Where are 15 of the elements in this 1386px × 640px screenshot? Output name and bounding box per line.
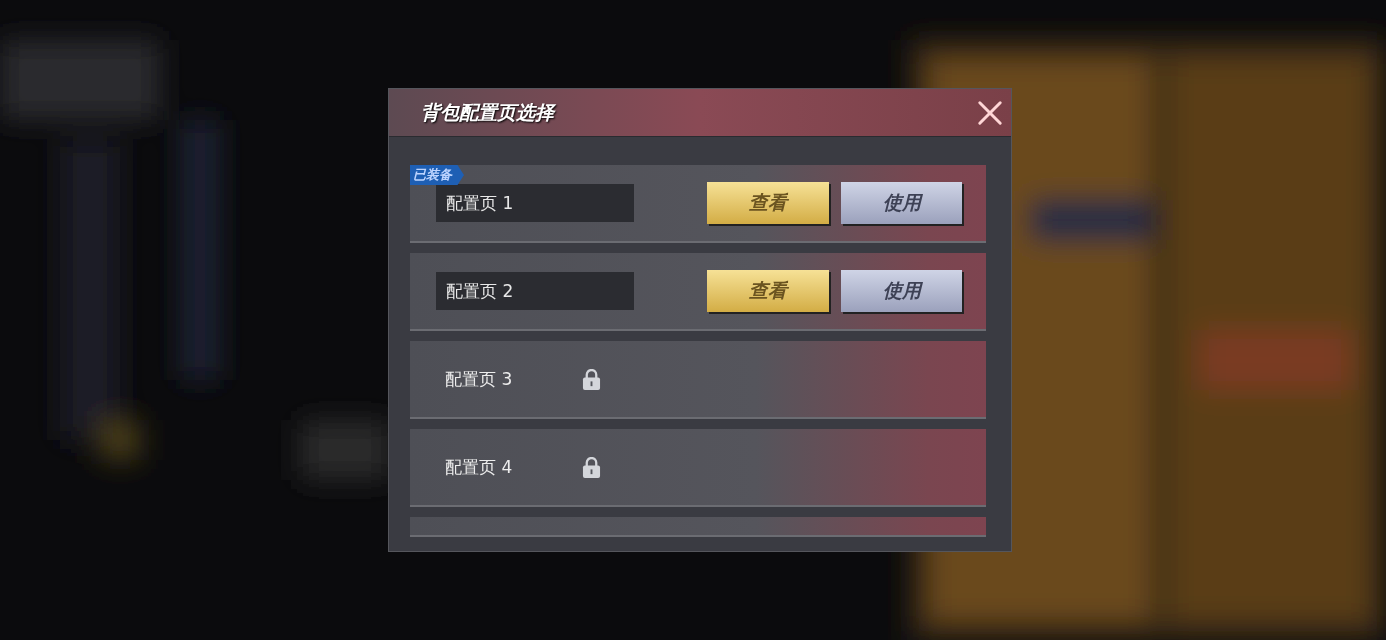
close-icon[interactable] [977, 99, 1003, 126]
use-button[interactable]: 使用 [841, 270, 962, 312]
lock-icon [582, 456, 602, 478]
dialog-title: 背包配置页选择 [421, 99, 554, 125]
use-button[interactable]: 使用 [841, 182, 962, 224]
view-button[interactable]: 查看 [707, 182, 829, 224]
name-field[interactable]: 配置页 1 [436, 184, 634, 222]
equipped-badge: 已装备 [410, 165, 464, 185]
config-row[interactable]: 配置页 2 查看 使用 [410, 253, 986, 331]
name-field[interactable]: 配置页 2 [436, 272, 634, 310]
row-label: 配置页 3 [445, 367, 513, 391]
lock-icon [582, 368, 602, 390]
row-label: 配置页 4 [445, 455, 513, 479]
config-row[interactable]: 已装备 配置页 1 查看 使用 [410, 165, 986, 243]
view-button[interactable]: 查看 [707, 270, 829, 312]
